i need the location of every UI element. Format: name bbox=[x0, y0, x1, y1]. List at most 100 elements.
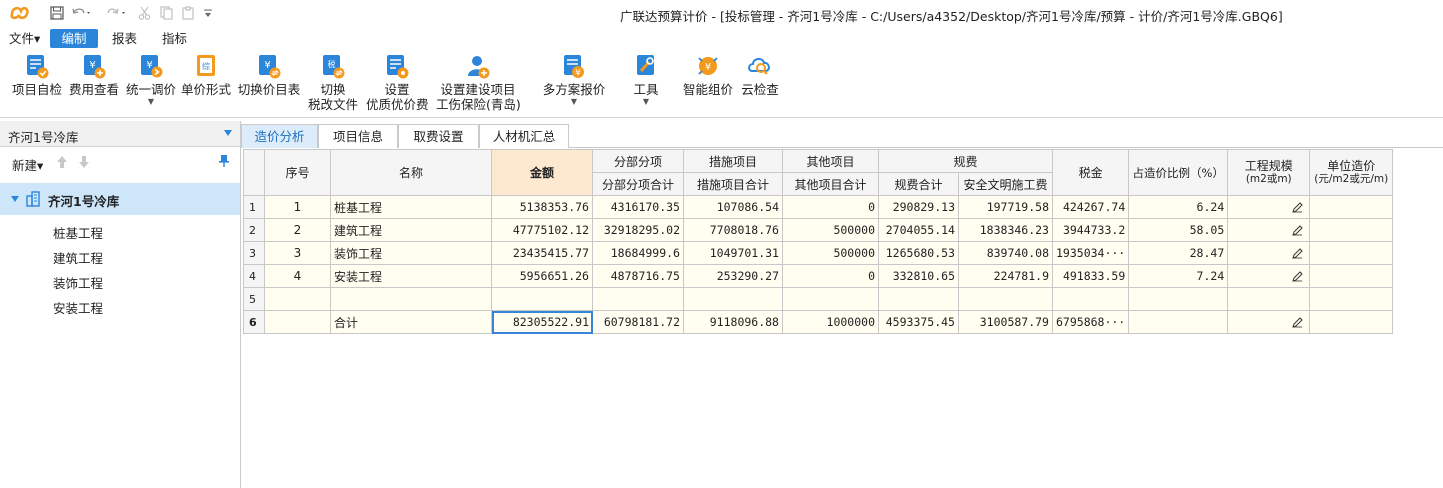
tab-cost-analysis[interactable]: 造价分析 bbox=[241, 124, 318, 148]
cell-seq[interactable]: 4 bbox=[264, 264, 331, 288]
cell-tax[interactable]: 491833.59 bbox=[1051, 264, 1130, 288]
table-row[interactable]: 6 合计 82305522.91 60798181.72 9118096.88 10000… bbox=[243, 310, 1394, 334]
row-number[interactable]: 2 bbox=[243, 218, 265, 242]
new-button[interactable]: 新建▾ bbox=[12, 155, 43, 174]
cell-name[interactable] bbox=[330, 287, 492, 311]
tree-item-building[interactable]: 建筑工程 bbox=[53, 248, 103, 267]
cell-amount[interactable]: 5956651.26 bbox=[491, 264, 593, 288]
settings-quality-fee-button[interactable]: 设置 优质优价费 bbox=[366, 53, 429, 112]
switch-price-list-button[interactable]: ¥ 切换价目表 bbox=[237, 53, 301, 97]
cell-aqwm[interactable]: 839740.08 bbox=[958, 241, 1053, 265]
cell-ratio[interactable] bbox=[1128, 287, 1229, 311]
pin-icon[interactable] bbox=[218, 154, 230, 168]
cell-aqwm[interactable]: 3100587.79 bbox=[958, 310, 1053, 334]
undo-icon[interactable] bbox=[71, 5, 91, 21]
multi-plan-quote-button[interactable]: ¥ 多方案报价 ▼ bbox=[542, 53, 606, 106]
switch-tax-file-button[interactable]: 税 切换 税改文件 bbox=[307, 53, 359, 112]
row-number[interactable]: 5 bbox=[243, 287, 265, 311]
cell-seq[interactable]: 1 bbox=[264, 195, 331, 219]
cell-aqwm[interactable]: 224781.9 bbox=[958, 264, 1053, 288]
cell-gf-total[interactable]: 332810.65 bbox=[878, 264, 959, 288]
cell-tax[interactable]: 6795868··· bbox=[1051, 310, 1130, 334]
table-row[interactable]: 2 2 建筑工程 47775102.12 32918295.02 7708018.76 50… bbox=[243, 218, 1394, 242]
tools-button[interactable]: 工具 ▼ bbox=[628, 53, 664, 106]
cell-qtxm-total[interactable] bbox=[782, 287, 879, 311]
project-check-button[interactable]: 项目自检 bbox=[11, 53, 63, 97]
tab-material-summary[interactable]: 人材机汇总 bbox=[479, 124, 569, 148]
cell-aqwm[interactable] bbox=[958, 287, 1053, 311]
cell-amount[interactable]: 82305522.91 bbox=[491, 310, 593, 334]
row-number[interactable]: 1 bbox=[243, 195, 265, 219]
cut-icon[interactable] bbox=[138, 5, 151, 21]
cell-ratio[interactable]: 7.24 bbox=[1128, 264, 1229, 288]
table-row[interactable]: 1 1 桩基工程 5138353.76 4316170.35 107086.54 0 2908… bbox=[243, 195, 1394, 219]
smart-pricing-button[interactable]: ¥ 智能组价 bbox=[682, 53, 734, 97]
cell-unit-cost[interactable] bbox=[1309, 195, 1394, 219]
table-row[interactable]: 4 4 安装工程 5956651.26 4878716.75 253290.27 0 3328… bbox=[243, 264, 1394, 288]
cell-aqwm[interactable]: 1838346.23 bbox=[958, 218, 1053, 242]
cell-fbfx-total[interactable]: 60798181.72 bbox=[592, 310, 684, 334]
cell-name[interactable]: 合计 bbox=[330, 310, 492, 334]
cell-ratio[interactable]: 28.47 bbox=[1128, 241, 1229, 265]
save-icon[interactable] bbox=[50, 5, 64, 21]
edit-pencil-icon[interactable] bbox=[1292, 202, 1303, 213]
cell-gf-total[interactable]: 290829.13 bbox=[878, 195, 959, 219]
edit-pencil-icon[interactable] bbox=[1292, 317, 1303, 328]
tab-fee-settings[interactable]: 取费设置 bbox=[398, 124, 479, 148]
cell-csxm-total[interactable]: 1049701.31 bbox=[683, 241, 783, 265]
cell-gf-total[interactable]: 2704055.14 bbox=[878, 218, 959, 242]
quick-access-dropdown-icon[interactable] bbox=[203, 5, 213, 21]
cloud-check-button[interactable]: 云检查 bbox=[740, 53, 780, 97]
unit-price-form-button[interactable]: 综 单价形式 bbox=[180, 53, 232, 97]
cell-unit-cost[interactable] bbox=[1309, 264, 1394, 288]
cell-unit-cost[interactable] bbox=[1309, 310, 1394, 334]
cell-qtxm-total[interactable]: 0 bbox=[782, 195, 879, 219]
table-row[interactable]: 3 3 装饰工程 23435415.77 18684999.6 1049701.31 500… bbox=[243, 241, 1394, 265]
row-number[interactable]: 6 bbox=[243, 310, 265, 334]
tab-project-info[interactable]: 项目信息 bbox=[318, 124, 398, 148]
cell-gf-total[interactable]: 1265680.53 bbox=[878, 241, 959, 265]
cell-scale[interactable] bbox=[1227, 287, 1311, 311]
cell-name[interactable]: 桩基工程 bbox=[330, 195, 492, 219]
cell-gf-total[interactable]: 4593375.45 bbox=[878, 310, 959, 334]
cell-tax[interactable] bbox=[1051, 287, 1130, 311]
cell-seq[interactable]: 3 bbox=[264, 241, 331, 265]
table-row[interactable]: 5 bbox=[243, 287, 1394, 311]
cell-name[interactable]: 安装工程 bbox=[330, 264, 492, 288]
edit-pencil-icon[interactable] bbox=[1292, 248, 1303, 259]
cell-scale[interactable] bbox=[1227, 195, 1311, 219]
cell-csxm-total[interactable]: 7708018.76 bbox=[683, 218, 783, 242]
cell-tax[interactable]: 424267.74 bbox=[1051, 195, 1130, 219]
menu-file[interactable]: 文件▾ bbox=[1, 29, 48, 48]
construction-insurance-button[interactable]: 设置建设项目 工伤保险(青岛) bbox=[436, 53, 521, 112]
cell-qtxm-total[interactable]: 1000000 bbox=[782, 310, 879, 334]
cell-fbfx-total[interactable]: 32918295.02 bbox=[592, 218, 684, 242]
cell-unit-cost[interactable] bbox=[1309, 287, 1394, 311]
cell-fbfx-total[interactable]: 4316170.35 bbox=[592, 195, 684, 219]
copy-icon[interactable] bbox=[160, 5, 173, 21]
redo-icon[interactable] bbox=[106, 5, 126, 21]
row-number[interactable]: 4 bbox=[243, 264, 265, 288]
menu-index[interactable]: 指标 bbox=[154, 29, 195, 48]
tree-item-installation[interactable]: 安装工程 bbox=[53, 298, 103, 317]
cell-csxm-total[interactable] bbox=[683, 287, 783, 311]
cell-scale[interactable] bbox=[1227, 218, 1311, 242]
cell-csxm-total[interactable]: 9118096.88 bbox=[683, 310, 783, 334]
cell-seq[interactable] bbox=[264, 287, 331, 311]
cell-amount[interactable]: 5138353.76 bbox=[491, 195, 593, 219]
cell-csxm-total[interactable]: 107086.54 bbox=[683, 195, 783, 219]
cell-name[interactable]: 建筑工程 bbox=[330, 218, 492, 242]
cell-amount[interactable]: 47775102.12 bbox=[491, 218, 593, 242]
cell-ratio[interactable]: 6.24 bbox=[1128, 195, 1229, 219]
move-down-icon[interactable] bbox=[78, 155, 90, 169]
cell-qtxm-total[interactable]: 500000 bbox=[782, 241, 879, 265]
move-up-icon[interactable] bbox=[56, 155, 68, 169]
cell-scale[interactable] bbox=[1227, 310, 1311, 334]
edit-pencil-icon[interactable] bbox=[1292, 225, 1303, 236]
expand-arrow-icon[interactable] bbox=[11, 196, 19, 202]
cell-csxm-total[interactable]: 253290.27 bbox=[683, 264, 783, 288]
cell-fbfx-total[interactable]: 4878716.75 bbox=[592, 264, 684, 288]
cell-unit-cost[interactable] bbox=[1309, 218, 1394, 242]
cell-scale[interactable] bbox=[1227, 264, 1311, 288]
cell-qtxm-total[interactable]: 0 bbox=[782, 264, 879, 288]
